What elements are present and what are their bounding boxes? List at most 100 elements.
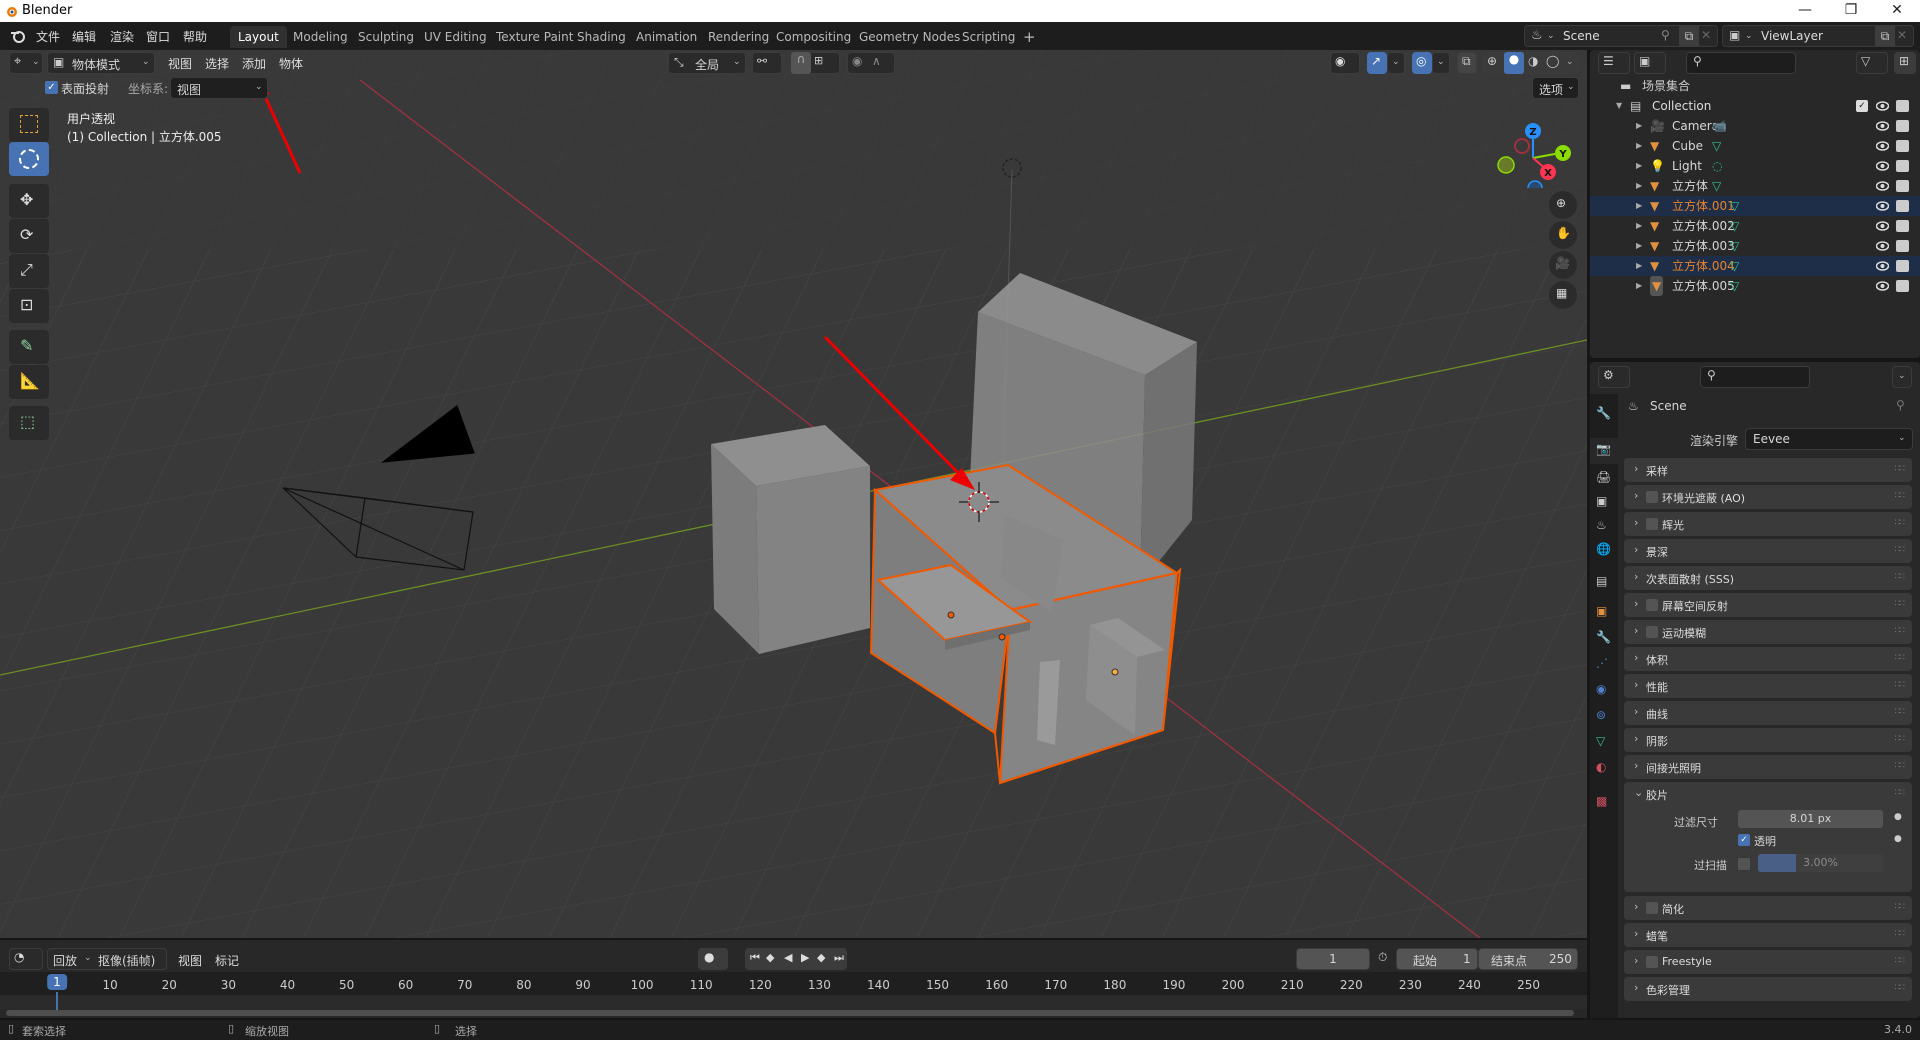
tool-tab-icon[interactable]: 🔧	[1596, 406, 1612, 422]
viewport-menu-select[interactable]: 选择	[205, 55, 229, 72]
render-camera-icon[interactable]	[1896, 200, 1909, 212]
outliner-item[interactable]: ▶ ▼ 立方体 ▽	[1590, 176, 1920, 196]
panel-1[interactable]: › 环境光遮蔽 (AO) ∷∷	[1624, 485, 1912, 509]
mesh-data-icon[interactable]: ▽	[1730, 276, 1739, 296]
drag-handle-icon[interactable]: ∷∷	[1895, 545, 1906, 555]
display-mode-selector[interactable]: ▣	[1634, 52, 1666, 74]
texture-tab-icon[interactable]: ▩	[1596, 794, 1612, 810]
render-camera-icon[interactable]	[1896, 160, 1909, 172]
close-window-button[interactable]: ✕	[1874, 0, 1920, 22]
solid-shading-icon[interactable]: ●	[1504, 52, 1524, 74]
gizmo-dropdown[interactable]: ⌄	[1387, 52, 1405, 74]
timeline-menu-marker[interactable]: 标记	[215, 952, 239, 969]
tab-scripting[interactable]: Scripting	[954, 26, 1023, 48]
playback-menu[interactable]: 回放	[53, 952, 77, 969]
next-keyframe-icon[interactable]: ◆	[817, 951, 825, 964]
new-scene-icon[interactable]: ⧉	[1679, 26, 1699, 46]
snap-button[interactable]: ∩ ⊞	[790, 52, 840, 74]
outliner-item[interactable]: ▶ ▼ 立方体.001 ▽	[1590, 196, 1920, 216]
view-layer-selector[interactable]: ▣ ⌄ ViewLayer ⧉ ✕	[1722, 25, 1914, 47]
outliner-collection[interactable]: ▼ ▤ Collection ✓	[1590, 96, 1920, 116]
render-tab-icon[interactable]: 📷	[1596, 442, 1612, 458]
panel-10[interactable]: › 阴影 ∷∷	[1624, 728, 1912, 752]
scene-name[interactable]: Scene	[1563, 29, 1600, 43]
blender-menu-icon[interactable]	[10, 29, 26, 43]
drag-handle-icon[interactable]: ∷∷	[1895, 902, 1906, 912]
3d-viewport[interactable]: ⌖ ⌄ ▣ 物体模式 ⌄ 视图 选择 添加 物体 ⤡ 全局 ⌄ ⚯ ∩ ⊞ ◉ …	[0, 50, 1587, 938]
drag-handle-icon[interactable]: ∷∷	[1895, 761, 1906, 771]
drag-handle-icon[interactable]: ∷∷	[1895, 464, 1906, 474]
panel-16[interactable]: › 色彩管理 ∷∷	[1624, 977, 1912, 1001]
viewport-menu-view[interactable]: 视图	[168, 55, 192, 72]
tab-sculpting[interactable]: Sculpting	[350, 26, 422, 48]
panel-enable-checkbox[interactable]	[1646, 902, 1658, 914]
view-layer-tab-icon[interactable]: ▣	[1596, 494, 1612, 510]
drag-handle-icon[interactable]: ∷∷	[1895, 788, 1906, 798]
transparent-checkbox[interactable]: ✓	[1738, 834, 1750, 846]
current-frame-indicator[interactable]: 1	[47, 974, 67, 990]
render-camera-icon[interactable]	[1896, 120, 1909, 132]
mesh-data-icon[interactable]: ▽	[1730, 256, 1739, 276]
auto-keying-button[interactable]: ●	[698, 948, 728, 970]
pin-icon[interactable]: ⚲	[1661, 28, 1670, 42]
tab-uv-editing[interactable]: UV Editing	[416, 26, 495, 48]
panel-5[interactable]: › 屏幕空间反射 ∷∷	[1624, 593, 1912, 617]
tab-geometry-nodes[interactable]: Geometry Nodes	[851, 26, 968, 48]
tool-add-cube[interactable]: ⬚	[9, 406, 49, 440]
eye-icon[interactable]	[1876, 200, 1889, 212]
selectability-visibility-button[interactable]: ◉	[1330, 52, 1360, 74]
render-camera-icon[interactable]	[1896, 140, 1909, 152]
outliner-item[interactable]: ▶ ▼ 立方体.003 ▽	[1590, 236, 1920, 256]
scene-tab-icon[interactable]: ♨	[1596, 518, 1612, 534]
mesh-data-icon[interactable]: ▽	[1712, 136, 1721, 156]
surface-project-checkbox[interactable]: ✓	[45, 81, 58, 94]
panel-13[interactable]: › 简化 ∷∷	[1624, 896, 1912, 920]
end-frame-field[interactable]: 结束点 250	[1478, 948, 1578, 970]
render-camera-icon[interactable]	[1896, 260, 1909, 272]
tab-texture-paint[interactable]: Texture Paint	[488, 26, 581, 48]
exclude-checkbox[interactable]: ✓	[1856, 100, 1868, 112]
panel-14[interactable]: › 蜡笔 ∷∷	[1624, 923, 1912, 947]
prev-keyframe-icon[interactable]: ◆	[766, 951, 774, 964]
tool-scale[interactable]: ⤢	[9, 254, 49, 288]
panel-enable-checkbox[interactable]	[1646, 518, 1658, 530]
expand-arrow-icon[interactable]: ▼	[1616, 96, 1622, 116]
eye-icon[interactable]	[1876, 120, 1889, 132]
panel-0[interactable]: › 采样 ∷∷	[1624, 458, 1912, 482]
cube-object[interactable]	[711, 425, 870, 654]
keying-menu[interactable]: 抠像(插帧)	[98, 952, 155, 969]
expand-arrow-icon[interactable]: ▶	[1636, 256, 1642, 276]
scene-selector[interactable]: ♨ ⌄ Scene ⚲ ⧉ ✕	[1524, 25, 1718, 47]
tool-move[interactable]: ✥	[9, 184, 49, 218]
add-workspace-button[interactable]: +	[1015, 26, 1044, 48]
panel-enable-checkbox[interactable]	[1646, 626, 1658, 638]
minimize-button[interactable]: —	[1782, 0, 1828, 22]
tool-annotate[interactable]: ✎	[9, 330, 49, 364]
current-frame-field[interactable]: 1	[1296, 948, 1370, 970]
editor-type-button[interactable]: ⌖ ⌄	[9, 52, 43, 74]
coordinate-system-selector[interactable]: 视图 ⌄	[170, 77, 268, 99]
panel-7[interactable]: › 体积 ∷∷	[1624, 647, 1912, 671]
expand-arrow-icon[interactable]: ▶	[1636, 276, 1642, 296]
drag-handle-icon[interactable]: ∷∷	[1895, 734, 1906, 744]
jump-start-icon[interactable]: ⏮	[750, 951, 760, 965]
start-frame-field[interactable]: 起始 1	[1396, 948, 1478, 970]
panel-4[interactable]: › 次表面散射 (SSS) ∷∷	[1624, 566, 1912, 590]
eye-icon[interactable]	[1876, 220, 1889, 232]
drag-handle-icon[interactable]: ∷∷	[1895, 653, 1906, 663]
outliner-item[interactable]: ▶ ▼ 立方体.004 ▽	[1590, 256, 1920, 276]
render-camera-icon[interactable]	[1896, 240, 1909, 252]
camera-data-icon[interactable]: 📹	[1712, 116, 1727, 136]
delete-view-layer-icon[interactable]: ✕	[1897, 28, 1907, 42]
eye-icon[interactable]	[1876, 140, 1889, 152]
new-view-layer-icon[interactable]: ⧉	[1875, 26, 1895, 46]
overlay-toggle-button[interactable]: ◎	[1412, 52, 1432, 74]
menu-window[interactable]: 窗口	[146, 28, 170, 45]
menu-render[interactable]: 渲染	[110, 28, 134, 45]
play-icon[interactable]: ▶	[801, 951, 809, 964]
tab-compositing[interactable]: Compositing	[768, 26, 859, 48]
eye-icon[interactable]	[1876, 100, 1889, 112]
drag-handle-icon[interactable]: ∷∷	[1895, 599, 1906, 609]
view-layer-name[interactable]: ViewLayer	[1761, 29, 1823, 43]
eye-icon[interactable]	[1876, 160, 1889, 172]
